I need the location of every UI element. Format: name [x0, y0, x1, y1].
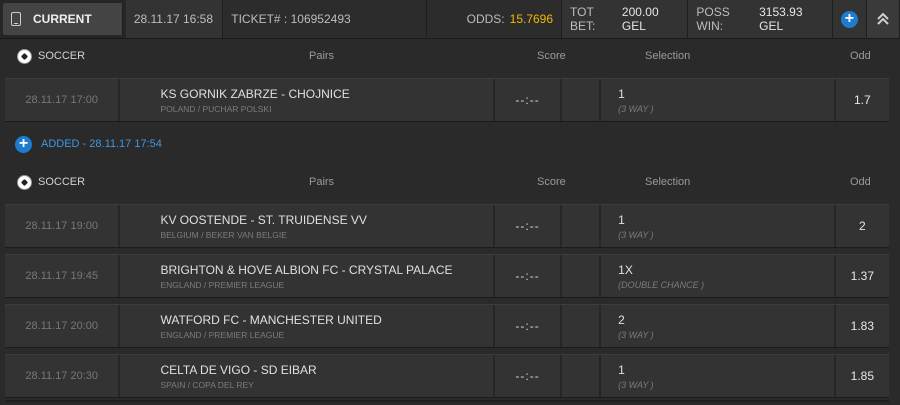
ticket-datetime: 28.11.17 16:58: [125, 0, 224, 38]
ticket-number-cell: TICKET# : 106952493: [223, 0, 428, 38]
mobile-icon: [11, 12, 21, 26]
current-tab[interactable]: CURRENT: [3, 3, 123, 35]
soccer-ball-icon: [17, 48, 32, 64]
soccer-ball-icon: [17, 174, 32, 190]
match-teams: KS GORNIK ZABRZE - CHOJNICE: [160, 86, 350, 101]
match-row[interactable]: 28.11.17 17:00 KS GORNIK ZABRZE - CHOJNI…: [5, 78, 889, 122]
plus-icon: +: [15, 135, 32, 153]
market-type: (3 WAY ): [618, 229, 654, 240]
ticket-number: 106952493: [290, 12, 351, 26]
total-odds-cell: ODDS: 15.7696: [427, 0, 563, 38]
market-type: (3 WAY ): [618, 379, 654, 390]
total-bet-cell: TOT BET: 200.00 GEL: [562, 0, 689, 38]
added-timestamp-row: + ADDED - 28.11.17 17:54: [5, 126, 889, 162]
match-date: 28.11.17 19:45: [5, 255, 121, 297]
match-league: SPAIN / COPA DEL REY: [160, 379, 254, 390]
tot-bet-value: 200.00 GEL: [621, 5, 659, 33]
col-pairs: Pairs: [309, 176, 335, 188]
col-score: Score: [537, 176, 566, 188]
possible-win-cell: POSS WIN: 3153.93 GEL: [688, 0, 833, 38]
plus-icon: +: [840, 10, 858, 28]
match-teams: CELTA DE VIGO - SD EIBAR: [160, 362, 317, 377]
match-date: 28.11.17 20:30: [5, 355, 121, 397]
match-odd: 1.85: [850, 369, 874, 383]
col-selection: Selection: [645, 176, 691, 188]
match-row[interactable]: 28.11.17 19:00 KV OOSTENDE - ST. TRUIDEN…: [5, 204, 889, 248]
poss-win-value: 3153.93 GEL: [759, 5, 803, 33]
col-odd: Odd: [850, 50, 871, 62]
match-date: 28.11.17 19:00: [5, 205, 121, 247]
odds-value: 15.7696: [509, 12, 554, 26]
collapse-button[interactable]: [867, 0, 900, 38]
col-score: Score: [537, 50, 566, 62]
match-date: 28.11.17 20:00: [5, 305, 121, 347]
current-label: CURRENT: [33, 12, 92, 26]
match-score: --:--: [495, 355, 562, 397]
match-teams: WATFORD FC - MANCHESTER UNITED: [160, 312, 382, 327]
tot-bet-label: TOT BET:: [570, 5, 596, 33]
ticket-header: CURRENT 28.11.17 16:58 TICKET# : 1069524…: [0, 0, 900, 39]
add-button[interactable]: +: [832, 0, 868, 38]
double-chevron-up-icon: [877, 12, 889, 25]
sport-label: SOCCER: [38, 176, 86, 188]
poss-win-label: POSS WIN:: [696, 5, 730, 33]
match-teams: BRIGHTON & HOVE ALBION FC - CRYSTAL PALA…: [160, 262, 453, 277]
match-odd: 1.83: [850, 319, 874, 333]
match-score: --:--: [495, 205, 562, 247]
match-selection: 1: [618, 86, 625, 101]
match-selection: 2: [618, 312, 625, 327]
match-odd: 2: [858, 219, 866, 233]
col-odd: Odd: [850, 176, 871, 188]
market-type: (3 WAY ): [618, 329, 654, 340]
match-date: 28.11.17 17:00: [5, 79, 121, 121]
match-selection: 1: [618, 362, 625, 377]
section-header: SOCCER Pairs Score Selection Odd: [5, 38, 889, 74]
bet-ticket-panel: CURRENT 28.11.17 16:58 TICKET# : 1069524…: [0, 0, 900, 405]
match-league: POLAND / PUCHAR POLSKI: [160, 103, 272, 114]
match-league: BELGIUM / BEKER VAN BELGIE: [160, 229, 287, 240]
match-row[interactable]: 28.11.17 20:00 WATFORD FC - MANCHESTER U…: [5, 304, 889, 348]
col-pairs: Pairs: [309, 50, 335, 62]
match-odd: 1.37: [850, 269, 874, 283]
market-type: (3 WAY ): [618, 103, 654, 114]
market-type: (DOUBLE CHANCE ): [618, 279, 705, 290]
odds-label: ODDS:: [466, 12, 505, 26]
match-score: --:--: [495, 79, 562, 121]
match-odd: 1.7: [853, 93, 871, 107]
added-label: ADDED - 28.11.17 17:54: [41, 138, 162, 150]
match-league: ENGLAND / PREMIER LEAGUE: [160, 329, 285, 340]
divider: [5, 400, 889, 402]
sport-label: SOCCER: [38, 50, 86, 62]
match-selection: 1X: [618, 262, 633, 277]
ticket-label: TICKET# :: [231, 12, 288, 26]
match-row[interactable]: 28.11.17 20:30 CELTA DE VIGO - SD EIBAR …: [5, 354, 889, 398]
match-league: ENGLAND / PREMIER LEAGUE: [160, 279, 285, 290]
col-selection: Selection: [645, 50, 691, 62]
match-score: --:--: [495, 255, 562, 297]
match-row[interactable]: 28.11.17 19:45 BRIGHTON & HOVE ALBION FC…: [5, 254, 889, 298]
match-score: --:--: [495, 305, 562, 347]
match-teams: KV OOSTENDE - ST. TRUIDENSE VV: [160, 212, 367, 227]
section-header: SOCCER Pairs Score Selection Odd: [5, 164, 889, 200]
match-selection: 1: [618, 212, 625, 227]
